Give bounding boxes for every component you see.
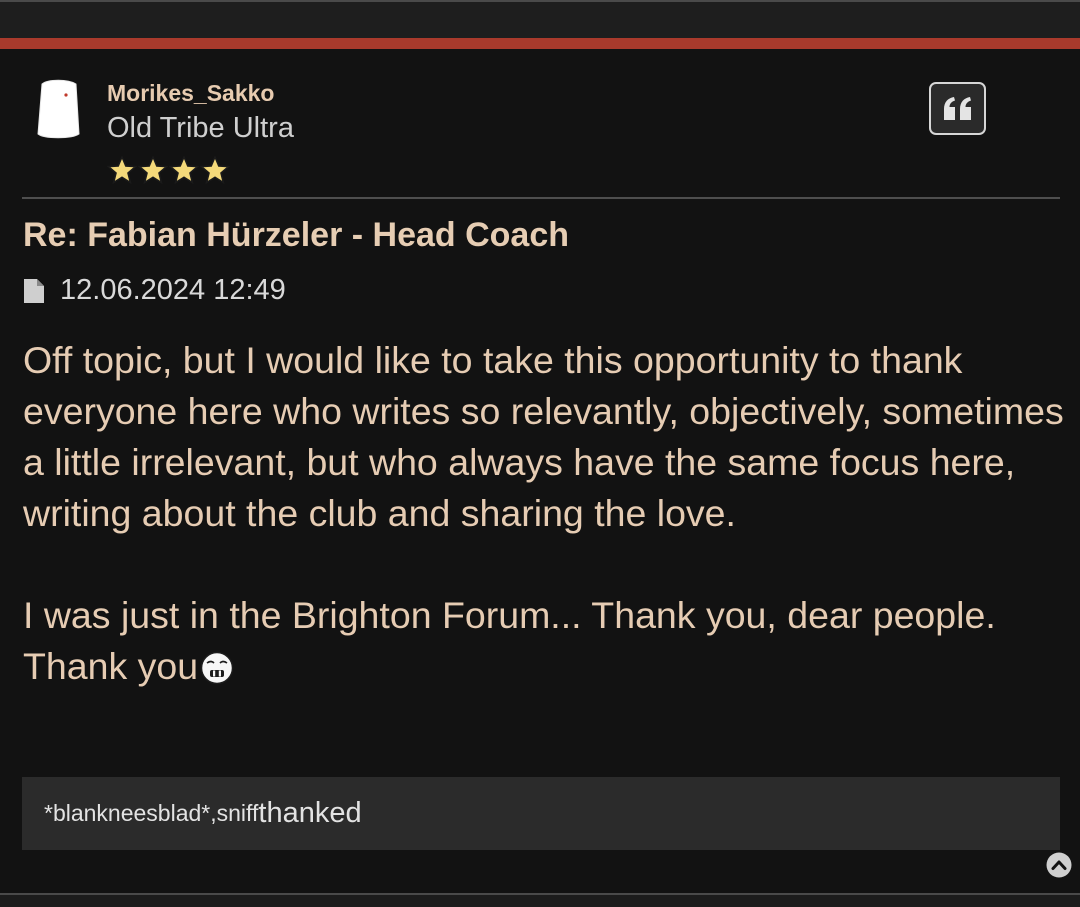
avatar[interactable] — [32, 76, 84, 140]
post-body: Off topic, but I would like to take this… — [23, 335, 1073, 692]
author-rank-stars — [107, 156, 230, 184]
thanks-user-link[interactable]: sniff — [217, 800, 259, 827]
star-icon — [138, 156, 168, 184]
thanks-user-link[interactable]: *blankneesblad* — [44, 800, 210, 827]
author-rank: Old Tribe Ultra — [107, 112, 294, 144]
thanks-label: thanked — [258, 797, 362, 829]
thanks-box: *blankneesblad*, sniff thanked — [22, 777, 1060, 850]
quote-button[interactable] — [929, 82, 986, 135]
post-paragraph-closing: I was just in the Brighton Forum... Than… — [23, 590, 1073, 692]
post-date: 12.06.2024 12:49 — [60, 274, 286, 306]
forum-page: Morikes_Sakko Old Tribe Ultra Re: Fabian… — [0, 0, 1080, 907]
author-username[interactable]: Morikes_Sakko — [107, 80, 274, 107]
star-icon — [107, 156, 137, 184]
quote-icon — [943, 96, 971, 120]
crying-smiley-icon — [200, 651, 234, 685]
file-icon[interactable] — [23, 278, 45, 304]
post-title[interactable]: Re: Fabian Hürzeler - Head Coach — [23, 216, 569, 255]
chevron-up-circle-icon[interactable] — [1045, 851, 1073, 879]
bottom-bar — [0, 895, 1080, 907]
post-paragraph: Off topic, but I would like to take this… — [23, 339, 1064, 534]
star-icon — [169, 156, 199, 184]
top-bar — [0, 0, 1080, 38]
star-icon — [200, 156, 230, 184]
header-divider — [22, 197, 1060, 199]
post-meta: 12.06.2024 12:49 — [23, 274, 286, 307]
post-paragraph-text: I was just in the Brighton Forum... Than… — [23, 594, 996, 687]
accent-stripe — [0, 38, 1080, 49]
